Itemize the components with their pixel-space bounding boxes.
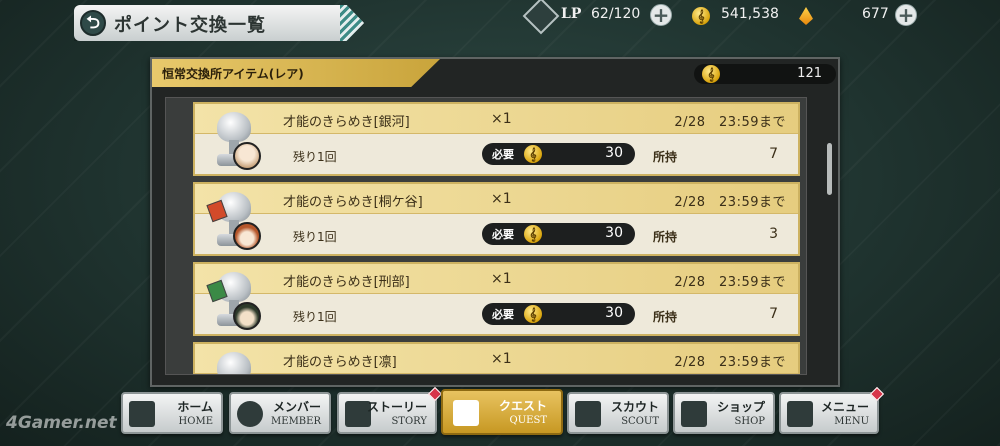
item-name: 才能のきらめき[桐ケ谷] [283,195,423,210]
lp-plus-button[interactable]: + [650,4,672,26]
trophy-icon [217,352,251,374]
cost-value: 30 [605,305,623,321]
back-button[interactable]: ⮌ [80,10,106,36]
item-thumbnail [205,190,261,252]
item-deadline: 2/28 23:59まで [674,355,786,370]
owned-label: 所持 [653,310,678,324]
nav-label-jp: スカウト [610,400,659,414]
trophy-icon [217,112,251,142]
required-label: 必要 [492,228,514,241]
point-balance-value: 121 [797,66,822,81]
nav-member-button[interactable]: メンバー MEMBER [229,392,331,434]
nav-label-en: MENU [834,416,869,427]
remaining-count: 残り1回 [293,230,337,244]
exchange-item[interactable]: 才能のきらめき[銀河] ×1 2/28 23:59まで 残り1回 必要 𝄞 30… [193,102,800,176]
remaining-count: 残り1回 [293,310,337,324]
item-thumbnail [205,270,261,332]
nav-menu-button[interactable]: メニュー MENU [779,386,885,434]
item-quantity: ×1 [491,351,512,367]
cost-value: 30 [605,225,623,241]
owned-value: 7 [769,146,778,162]
character-portrait-icon [233,142,261,170]
signpost-icon [453,400,479,426]
gems-plus-button[interactable]: + [895,4,917,26]
members-icon [237,401,263,427]
grid-menu-icon [787,401,813,427]
lp-value: 62/120 [591,6,641,22]
character-portrait-icon [233,222,261,250]
bus-icon [575,401,601,427]
exchange-item[interactable]: 才能のきらめき[凛] ×1 2/28 23:59まで [193,342,800,374]
item-quantity: ×1 [491,111,512,127]
house-icon [129,401,155,427]
treble-clef-coin-icon: 𝄞 [524,305,542,323]
nav-label-en: MEMBER [271,416,321,427]
nav-label-en: STORY [391,416,427,427]
nav-label-en: SCOUT [621,416,659,427]
nav-label-jp: メニュー [820,400,869,414]
nav-scout-button[interactable]: スカウト SCOUT [567,392,669,434]
watermark: 4Gamer.net [6,413,117,433]
item-deadline: 2/28 23:59まで [674,275,786,290]
nav-story-button[interactable]: ストーリー STORY [337,386,443,434]
point-balance: 𝄞 121 [694,64,836,84]
item-thumbnail [205,350,261,374]
item-quantity: ×1 [491,271,512,287]
owned-value: 7 [769,306,778,322]
gem-drop-icon [799,7,813,25]
nav-label-en: HOME [178,416,213,427]
gold-coin-icon: 𝄞 [692,7,710,25]
required-label: 必要 [492,308,514,321]
gems-value: 677 [862,6,889,22]
nav-label-jp: クエスト [498,399,547,413]
nav-label-jp: メンバー [272,400,321,414]
nav-label-jp: ショップ [716,400,765,414]
item-quantity: ×1 [491,191,512,207]
page-title: ポイント交換一覧 [114,15,266,36]
owned-label: 所持 [653,230,678,244]
item-deadline: 2/28 23:59まで [674,115,786,130]
exchange-item[interactable]: 才能のきらめき[刑部] ×1 2/28 23:59まで 残り1回 必要 𝄞 30… [193,262,800,336]
nav-label-jp: ストーリー [366,400,427,414]
nav-quest-button[interactable]: クエスト QUEST [441,389,563,435]
treble-clef-coin-icon: 𝄞 [524,145,542,163]
nav-shop-button[interactable]: ショップ SHOP [673,392,775,434]
notification-badge [427,386,443,402]
treble-clef-coin-icon: 𝄞 [702,65,720,83]
cost-pill: 必要 𝄞 30 [482,303,635,325]
nav-label-en: SHOP [734,416,766,427]
title-plate-stripes [340,5,364,41]
item-name: 才能のきらめき[凛] [283,355,397,370]
owned-label: 所持 [653,150,678,164]
cost-value: 30 [605,145,623,161]
cost-pill: 必要 𝄞 30 [482,223,635,245]
treble-clef-coin-icon: 𝄞 [524,225,542,243]
nav-label-jp: ホーム [177,400,213,414]
lp-label: LP [561,6,582,22]
category-banner-label: 恒常交換所アイテム(レア) [162,67,304,81]
nav-home-button[interactable]: ホーム HOME [121,392,223,434]
cost-pill: 必要 𝄞 30 [482,143,635,165]
item-deadline: 2/28 23:59まで [674,195,786,210]
notification-badge [869,386,885,402]
list-scrollbar[interactable] [827,143,832,195]
exchange-item[interactable]: 才能のきらめき[桐ケ谷] ×1 2/28 23:59まで 残り1回 必要 𝄞 3… [193,182,800,256]
item-name: 才能のきらめき[刑部] [283,275,410,290]
nav-label-en: QUEST [509,415,547,426]
item-name: 才能のきらめき[銀河] [283,115,410,130]
coins-value: 541,538 [721,6,779,22]
required-label: 必要 [492,148,514,161]
shop-icon [681,401,707,427]
remaining-count: 残り1回 [293,150,337,164]
owned-value: 3 [769,226,778,242]
lp-emblem-icon [522,0,560,35]
item-thumbnail [205,110,261,172]
character-portrait-icon [233,302,261,330]
